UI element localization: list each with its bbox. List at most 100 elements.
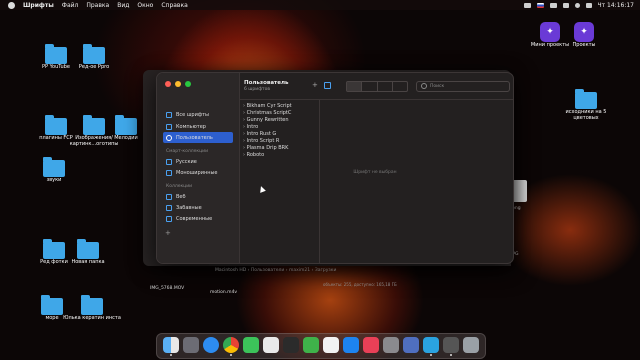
font-family-row[interactable]: Intro [243,124,317,131]
font-family-row[interactable]: Intro Rust G [243,131,317,138]
path-item[interactable]: Пользователи [251,268,284,273]
folder-icon [41,295,63,315]
desktop-folder-label: звуки [46,177,62,183]
sidebar-item-computer[interactable]: Компьютер [163,121,233,132]
shortcuts-icon: ✦ [574,22,594,42]
preview-pane: Шрифт не выбран [320,100,430,263]
fontbook-window: Все шрифты Компьютер Пользователь Смарт-… [156,72,514,264]
photos-icon[interactable] [283,337,299,353]
minimize-button[interactable] [175,81,181,87]
sidebar-item-russian[interactable]: Русские [163,156,233,167]
search-placeholder: Поиск [430,84,445,89]
fontbook-icon[interactable] [443,337,459,353]
finder-icon[interactable] [163,337,179,353]
view-mode-selector[interactable] [346,81,408,92]
desktop-folder[interactable]: звуки [24,157,84,183]
sidebar-item-monospace[interactable]: Моноширинные [163,167,233,178]
sidebar-item-modern[interactable]: Современные [163,213,233,224]
font-family-row[interactable]: Gunny Rewritten [243,117,317,124]
safari-icon[interactable] [203,337,219,353]
sidebar-item-user[interactable]: Пользователь [163,132,233,143]
sidebar-item-label: Пользователь [176,134,213,141]
wifi-icon[interactable] [562,2,569,8]
menu-edit[interactable]: Правка [86,2,109,9]
font-family-row[interactable]: Christmas ScriptC [243,110,317,117]
status-icon[interactable] [523,2,531,8]
chrome-icon[interactable] [223,337,239,353]
fonts-icon [166,111,172,118]
battery-icon[interactable] [549,2,557,8]
collection-icon [166,204,172,211]
desktop-folder[interactable]: Новая папка [58,239,118,265]
desktop-folder-label: Мелодии [114,135,138,141]
menu-window[interactable]: Окно [137,2,153,9]
running-indicator [450,354,452,356]
sample-view-button[interactable] [378,82,393,91]
telegram-icon[interactable] [423,337,439,353]
preview-icon[interactable] [403,337,419,353]
status-text: объекты: 255, доступно: 165,18 ГБ [323,282,397,287]
menu-app-name[interactable]: Шрифты [23,2,54,9]
running-indicator [230,354,232,356]
settings-icon[interactable] [383,337,399,353]
info-view-button[interactable] [393,82,407,91]
desktop-folder[interactable]: Юлька кератин инста [62,295,122,321]
sidebar-item-all-fonts[interactable]: Все шрифты [163,109,233,120]
folder-icon [115,115,137,135]
info-icon[interactable] [324,82,331,89]
search-field[interactable]: Поиск [416,81,510,92]
desktop-folder[interactable]: Мелодии [104,115,148,141]
path-item[interactable]: maxim21 [289,268,310,273]
sidebar-item-label: Забавные [176,204,202,211]
app-store-icon[interactable] [343,337,359,353]
menu-file[interactable]: Файл [62,2,79,9]
font-family-row[interactable]: Intro Script R [243,138,317,145]
path-item[interactable]: Macintosh HD [215,268,246,273]
desktop-folder[interactable]: Ред-ое Ppro [64,44,124,70]
path-item[interactable]: Загрузки [315,268,337,273]
close-button[interactable] [165,81,171,87]
trash-icon[interactable] [463,337,479,353]
folder-icon [83,115,105,135]
search-icon[interactable] [574,2,580,8]
list-view-button[interactable] [347,82,363,91]
desktop-folder[interactable]: исходники на 5 цветовых [556,89,616,121]
folder-icon [575,89,597,109]
menu-help[interactable]: Справка [161,2,187,9]
facetime-icon[interactable] [303,337,319,353]
zoom-button[interactable] [185,81,191,87]
desktop-folder-label: Юлька кератин инста [63,315,121,321]
desktop-folder-label: Новая папка [71,259,105,265]
sidebar-item-label: Все шрифты [176,111,209,118]
folder-icon [43,157,65,177]
font-family-row[interactable]: Plasma Drip BRK [243,145,317,152]
launchpad-icon[interactable] [183,337,199,353]
add-collection-button[interactable]: + [165,229,171,237]
folder-icon [77,239,99,259]
dock [156,333,486,359]
file-label: IMG_5768.MOV [150,286,185,291]
notes-icon[interactable] [323,337,339,353]
sidebar-item-fun[interactable]: Забавные [163,202,233,213]
messages-icon[interactable] [243,337,259,353]
music-icon[interactable] [363,337,379,353]
sidebar-item-label: Моноширинные [176,169,218,176]
calendar-icon[interactable] [263,337,279,353]
apple-menu-icon[interactable] [8,1,15,9]
control-center-icon[interactable] [585,2,592,8]
grid-view-button[interactable] [362,82,378,91]
font-family-row[interactable]: Bikham Cyr Script [243,103,317,110]
sidebar-item-label: Современные [176,215,213,222]
flag-icon[interactable] [536,2,544,8]
sidebar-item-web[interactable]: Веб [163,191,233,202]
menu-clock[interactable]: Чт 14:16:17 [598,2,634,9]
font-count: 6 шрифтов [244,87,271,92]
folder-icon [83,44,105,64]
add-font-button[interactable]: + [312,82,318,89]
desktop-app[interactable]: ✦ Проекты [554,22,614,48]
font-family-row[interactable]: Roboto [243,152,317,159]
sidebar-item-label: Веб [176,193,186,200]
menu-view[interactable]: Вид [117,2,129,9]
file-label: motion.m4v [210,290,238,295]
section-header: Смарт-коллекции [166,149,209,154]
